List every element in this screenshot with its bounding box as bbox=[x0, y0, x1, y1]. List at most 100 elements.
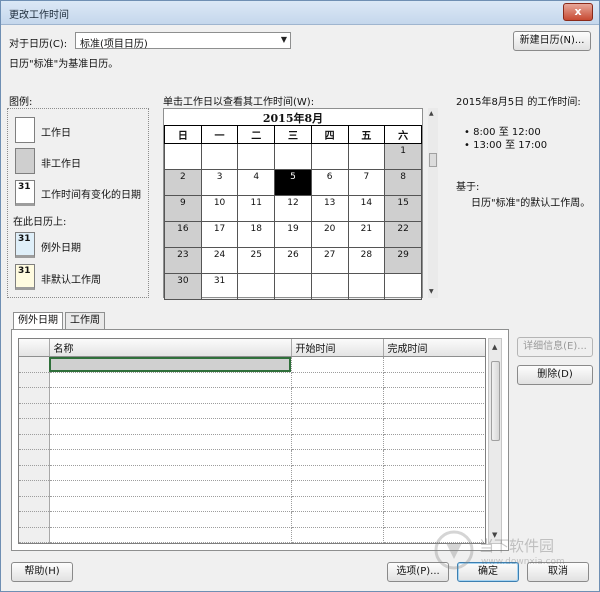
name-cell[interactable] bbox=[49, 387, 292, 404]
row-header-cell[interactable] bbox=[19, 403, 50, 419]
calendar-day[interactable]: 20 bbox=[310, 221, 349, 248]
scroll-up-icon[interactable]: ▲ bbox=[429, 110, 434, 117]
table-row[interactable] bbox=[19, 403, 485, 419]
table-row[interactable] bbox=[19, 356, 485, 373]
table-row[interactable] bbox=[19, 511, 485, 528]
tab-exceptions[interactable]: 例外日期 bbox=[13, 312, 63, 330]
table-row[interactable] bbox=[19, 372, 485, 388]
calendar-day[interactable]: 18 bbox=[237, 221, 276, 248]
row-header-cell[interactable] bbox=[19, 387, 50, 404]
start-cell[interactable] bbox=[291, 387, 384, 404]
calendar-day[interactable]: 5 bbox=[274, 169, 312, 196]
table-row[interactable] bbox=[19, 387, 485, 404]
calendar-day[interactable]: 15 bbox=[384, 195, 422, 222]
column-header-finish[interactable]: 完成时间 bbox=[383, 339, 485, 357]
start-cell[interactable] bbox=[291, 449, 384, 466]
column-header-name[interactable]: 名称 bbox=[49, 339, 292, 357]
name-cell[interactable] bbox=[49, 511, 292, 528]
name-cell[interactable] bbox=[49, 527, 292, 543]
row-header-cell[interactable] bbox=[19, 449, 50, 466]
calendar-day[interactable]: 19 bbox=[274, 221, 312, 248]
calendar-day[interactable]: 16 bbox=[164, 221, 202, 248]
name-cell[interactable] bbox=[49, 403, 292, 419]
calendar-day[interactable]: 8 bbox=[384, 169, 422, 196]
start-cell[interactable] bbox=[291, 496, 384, 512]
calendar-day[interactable]: 21 bbox=[347, 221, 386, 248]
calendar-day[interactable]: 28 bbox=[347, 247, 386, 274]
scroll-up-icon[interactable]: ▲ bbox=[492, 343, 497, 351]
scroll-down-icon[interactable]: ▼ bbox=[429, 288, 434, 295]
calendar-day[interactable]: 26 bbox=[274, 247, 312, 274]
finish-cell[interactable] bbox=[383, 465, 485, 481]
start-cell[interactable] bbox=[291, 418, 384, 435]
calendar-day[interactable]: 2 bbox=[164, 169, 202, 196]
finish-cell[interactable] bbox=[383, 403, 485, 419]
start-cell[interactable] bbox=[291, 465, 384, 481]
tab-work-weeks[interactable]: 工作周 bbox=[65, 312, 105, 329]
finish-cell[interactable] bbox=[383, 434, 485, 450]
calendar-day[interactable]: 29 bbox=[384, 247, 422, 274]
scroll-thumb[interactable] bbox=[491, 361, 500, 441]
row-header-cell[interactable] bbox=[19, 496, 50, 512]
details-button[interactable]: 详细信息(E)... bbox=[517, 337, 593, 357]
table-row[interactable] bbox=[19, 496, 485, 512]
table-row[interactable] bbox=[19, 418, 485, 435]
row-header-cell[interactable] bbox=[19, 511, 50, 528]
row-header-cell[interactable] bbox=[19, 372, 50, 388]
start-cell[interactable] bbox=[291, 356, 384, 373]
row-header-cell[interactable] bbox=[19, 465, 50, 481]
start-cell[interactable] bbox=[291, 480, 384, 497]
column-header-start[interactable]: 开始时间 bbox=[291, 339, 384, 357]
scroll-thumb[interactable] bbox=[429, 153, 437, 167]
calendar-day[interactable]: 27 bbox=[310, 247, 349, 274]
calendar-day[interactable]: 24 bbox=[200, 247, 239, 274]
row-header-cell[interactable] bbox=[19, 480, 50, 497]
start-cell[interactable] bbox=[291, 403, 384, 419]
calendar-day[interactable]: 17 bbox=[200, 221, 239, 248]
calendar-day[interactable]: 31 bbox=[200, 273, 239, 300]
name-cell[interactable] bbox=[49, 480, 292, 497]
name-cell[interactable] bbox=[49, 449, 292, 466]
start-cell[interactable] bbox=[291, 372, 384, 388]
finish-cell[interactable] bbox=[383, 496, 485, 512]
calendar-day[interactable]: 25 bbox=[237, 247, 276, 274]
calendar-day[interactable]: 9 bbox=[164, 195, 202, 222]
calendar-day[interactable]: 6 bbox=[310, 169, 349, 196]
finish-cell[interactable] bbox=[383, 418, 485, 435]
calendar-day[interactable]: 10 bbox=[200, 195, 239, 222]
calendar-day[interactable]: 13 bbox=[310, 195, 349, 222]
finish-cell[interactable] bbox=[383, 511, 485, 528]
calendar-day[interactable]: 4 bbox=[237, 169, 276, 196]
name-cell[interactable] bbox=[49, 372, 292, 388]
row-header-cell[interactable] bbox=[19, 527, 50, 543]
exceptions-grid[interactable]: 名称 开始时间 完成时间 bbox=[18, 338, 486, 544]
finish-cell[interactable] bbox=[383, 372, 485, 388]
start-cell[interactable] bbox=[291, 511, 384, 528]
calendar-day[interactable]: 7 bbox=[347, 169, 386, 196]
row-header-cell[interactable] bbox=[19, 356, 50, 373]
delete-button[interactable]: 删除(D) bbox=[517, 365, 593, 385]
name-cell[interactable] bbox=[49, 465, 292, 481]
finish-cell[interactable] bbox=[383, 449, 485, 466]
name-cell[interactable] bbox=[49, 496, 292, 512]
calendar-day[interactable]: 12 bbox=[274, 195, 312, 222]
close-button[interactable]: x bbox=[563, 3, 593, 21]
finish-cell[interactable] bbox=[383, 356, 485, 373]
name-cell[interactable] bbox=[49, 434, 292, 450]
table-row[interactable] bbox=[19, 449, 485, 466]
calendar-select[interactable]: 标准(项目日历) ▼ bbox=[75, 32, 291, 50]
start-cell[interactable] bbox=[291, 434, 384, 450]
table-row[interactable] bbox=[19, 480, 485, 497]
calendar-day[interactable]: 14 bbox=[347, 195, 386, 222]
row-header-cell[interactable] bbox=[19, 434, 50, 450]
calendar-day[interactable]: 23 bbox=[164, 247, 202, 274]
name-cell[interactable] bbox=[49, 356, 292, 373]
finish-cell[interactable] bbox=[383, 480, 485, 497]
calendar-scrollbar[interactable]: ▲ ▼ bbox=[428, 108, 438, 298]
name-cell[interactable] bbox=[49, 418, 292, 435]
table-row[interactable] bbox=[19, 465, 485, 481]
new-calendar-button[interactable]: 新建日历(N)... bbox=[513, 31, 591, 51]
finish-cell[interactable] bbox=[383, 387, 485, 404]
calendar-day[interactable]: 22 bbox=[384, 221, 422, 248]
calendar-day[interactable]: 30 bbox=[164, 273, 202, 300]
